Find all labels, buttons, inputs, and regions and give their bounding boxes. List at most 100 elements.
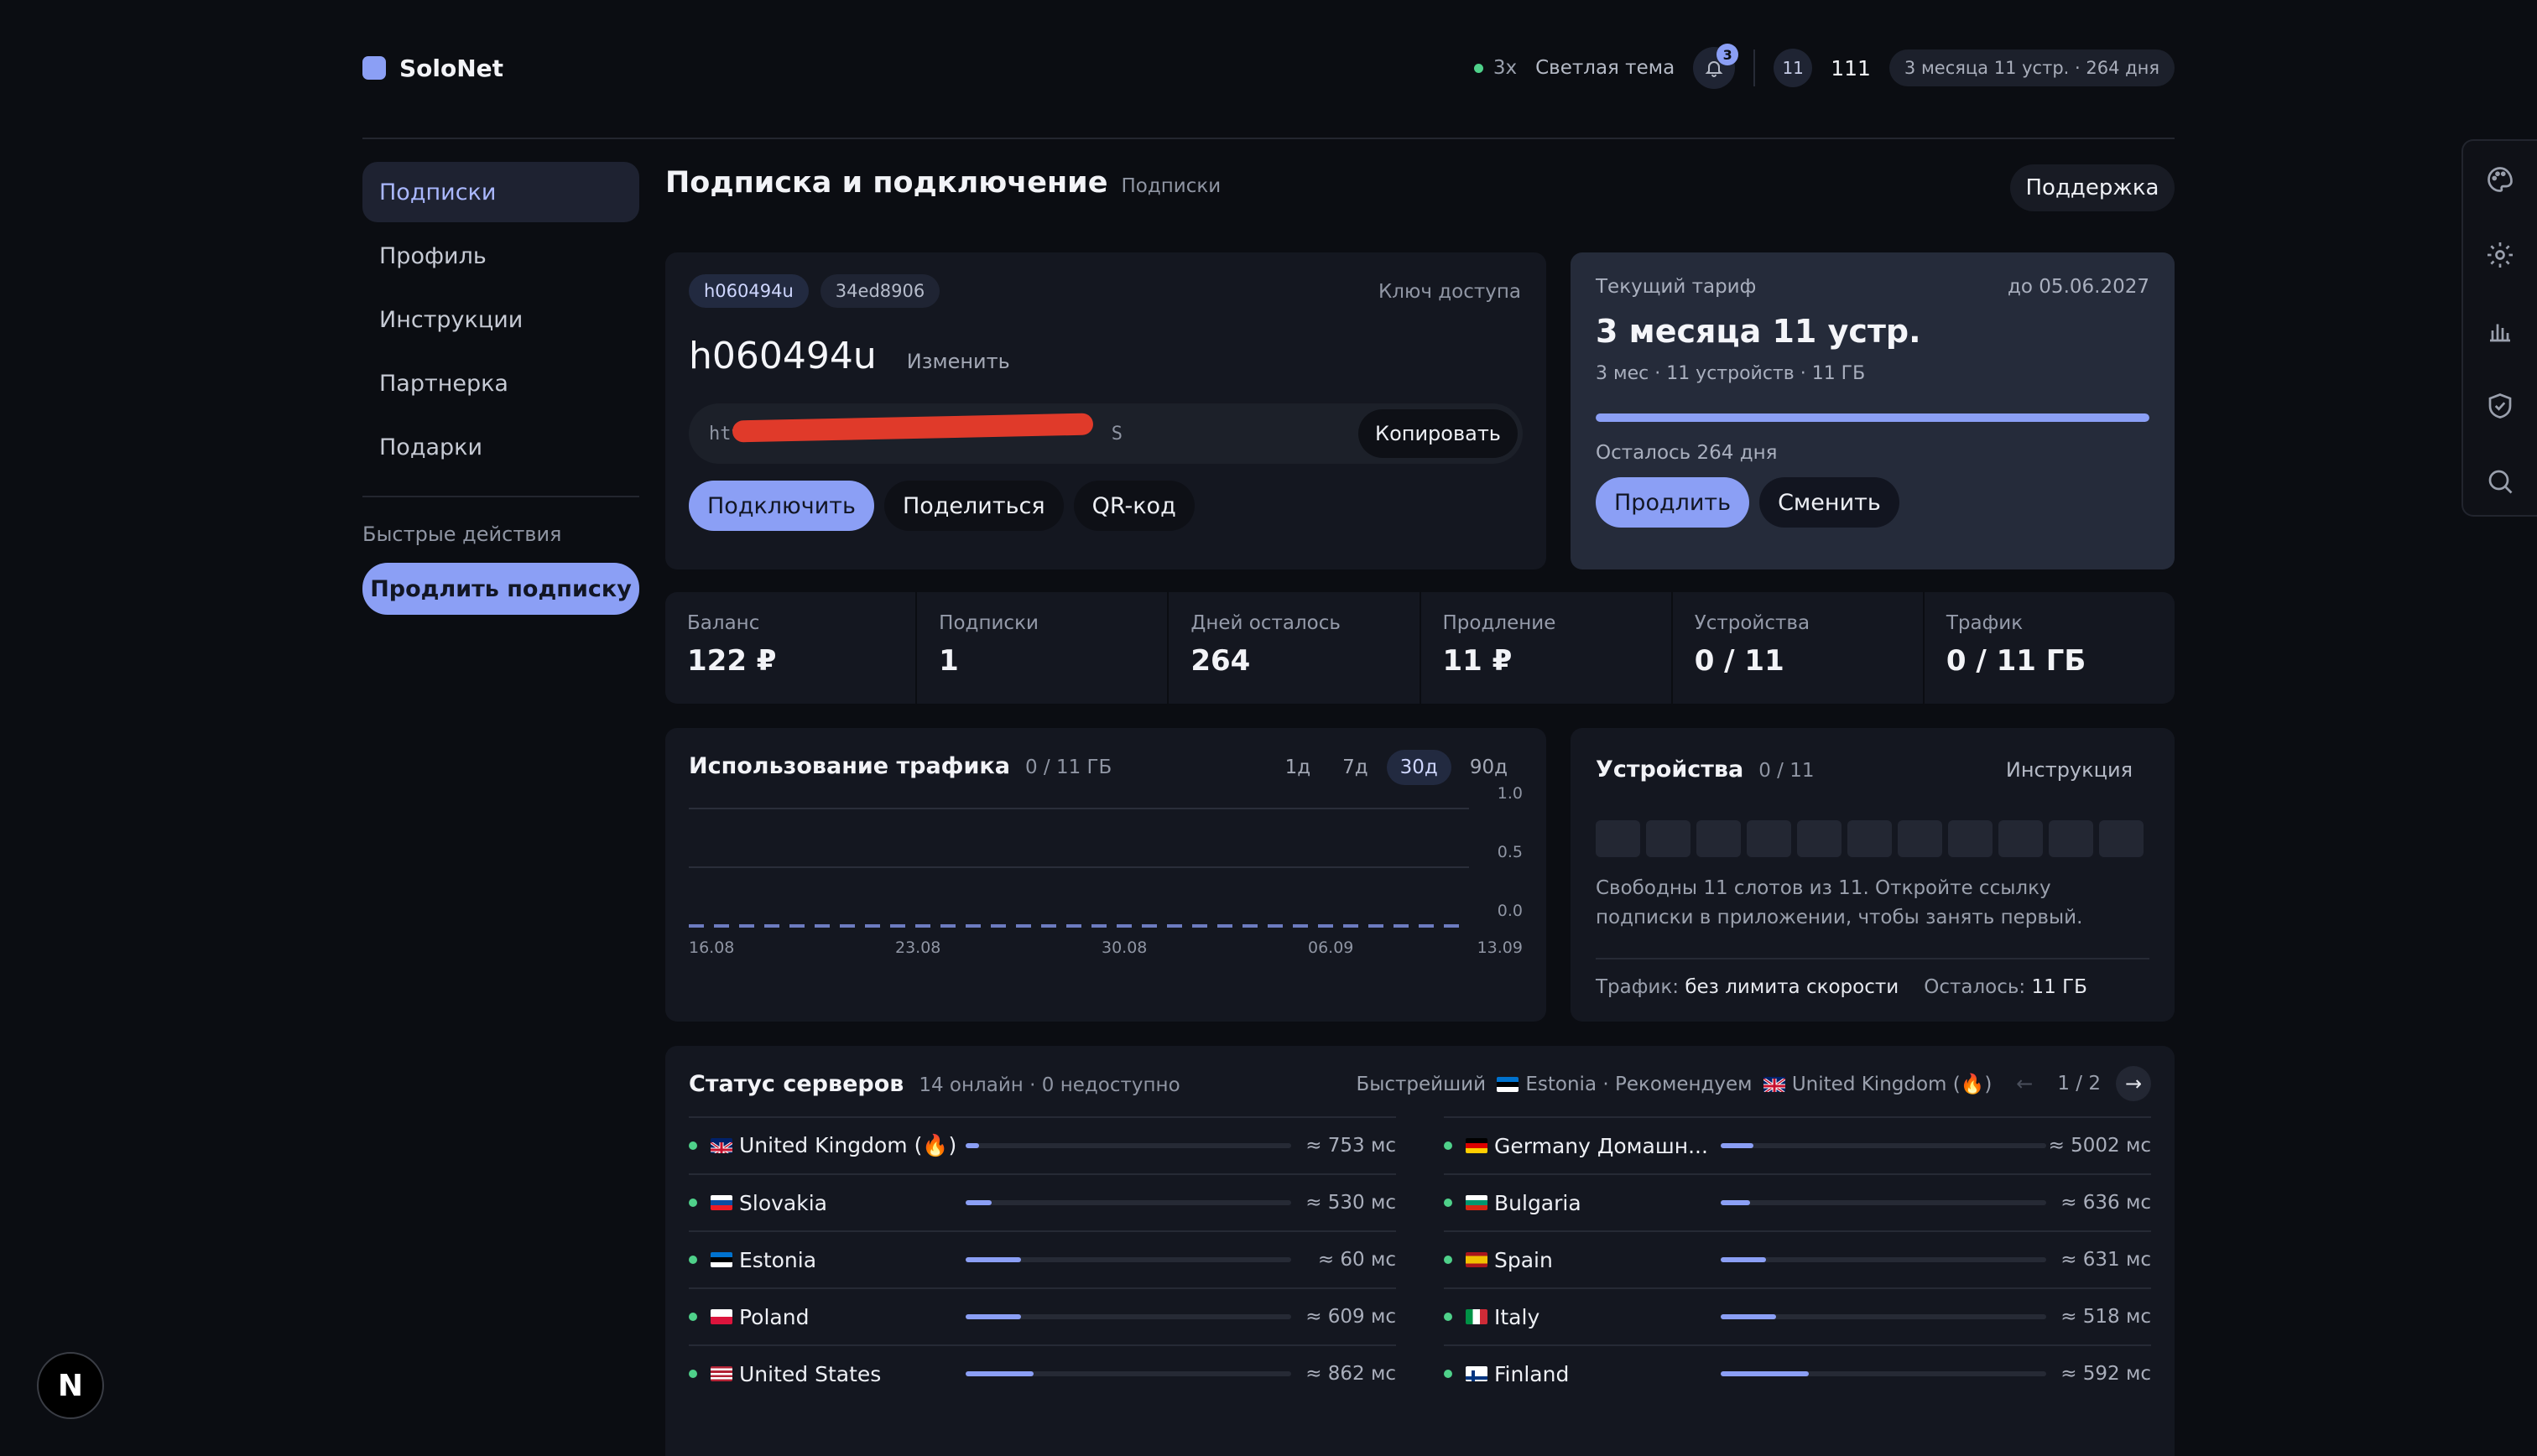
sidebar-item-subscriptions[interactable]: Подписки [362,162,639,222]
range-tab-30d[interactable]: 30д [1386,750,1451,785]
qr-code-button[interactable]: QR-код [1073,481,1195,531]
bar-chart-icon[interactable] [2485,315,2515,346]
avatar[interactable]: 11 [1774,49,1813,87]
server-row[interactable]: Germany Домашн... ≈ 5002 мс [1444,1116,2151,1173]
range-tab-90d[interactable]: 90д [1456,750,1521,785]
sidebar-item-partners[interactable]: Партнерка [362,353,639,413]
copy-link-button[interactable]: Копировать [1358,409,1518,458]
flag-fi-icon [1466,1366,1487,1381]
notifications-button[interactable]: 3 [1693,44,1739,89]
server-row[interactable]: Italy ≈ 518 мс [1444,1287,2151,1344]
server-name: Italy [1494,1304,1540,1329]
support-button[interactable]: Поддержка [2010,164,2175,211]
device-slot [2049,820,2093,857]
access-key-label: Ключ доступа [1378,281,1521,303]
online-dot-icon [689,1256,697,1264]
settings-gear-icon[interactable] [2485,240,2515,270]
x-tick-label: 23.08 [895,939,940,957]
device-slot [1797,820,1842,857]
access-card: h060494u 34ed8906 Ключ доступа h060494u … [665,252,1546,569]
sidebar-divider [362,496,639,497]
page-title: Подписка и подключение Подписки [665,166,1222,200]
access-actions: Подключить Поделиться QR-код [689,481,1195,531]
x-tick-label: 30.08 [1102,939,1147,957]
server-load-fill [1721,1371,1809,1376]
tag-username[interactable]: h060494u [689,274,809,308]
server-row[interactable]: Bulgaria ≈ 636 мс [1444,1173,2151,1230]
plan-chip: 3 месяца 11 устр. · 264 дня [1888,49,2175,86]
server-load-bar [1721,1314,2046,1319]
extend-plan-button[interactable]: Продлить [1596,477,1750,528]
server-row[interactable]: Finland ≈ 592 мс [1444,1344,2151,1401]
header-divider-line [362,138,2175,139]
plan-progress-bar [1596,413,2149,422]
server-row[interactable]: Poland ≈ 609 мс [689,1287,1396,1344]
device-slot [1596,820,1640,857]
traffic-subtitle: 0 / 11 ГБ [1024,757,1112,778]
server-load-bar [1721,1371,2046,1376]
online-dot-icon [689,1370,697,1378]
edit-username-link[interactable]: Изменить [907,350,1010,373]
server-row[interactable]: United States ≈ 862 мс [689,1344,1396,1401]
server-load-bar [966,1371,1291,1376]
devices-count: 0 / 11 [1758,760,1815,782]
online-dot-icon [689,1313,697,1321]
brand[interactable]: SoloNet [362,55,503,82]
server-load-fill [966,1314,1021,1319]
y-tick-label: 1.0 [1498,784,1523,803]
search-icon[interactable] [2485,466,2515,497]
tag-id[interactable]: 34ed8906 [820,274,940,308]
server-name: United States [739,1361,882,1386]
flag-gb-icon [1763,1076,1785,1092]
extend-subscription-button[interactable]: Продлить подписку [362,563,639,615]
stat-traffic: Трафик 0 / 11 ГБ [1946,612,2086,678]
prev-page-button[interactable]: ← [2007,1066,2042,1101]
subscription-link-field[interactable]: htt S Копировать [689,403,1523,464]
current-plan-card: Текущий тариф до 05.06.2027 3 месяца 11 … [1571,252,2175,569]
y-tick-label: 0.0 [1498,902,1523,920]
device-slot [1696,820,1741,857]
sidebar: Подписки Профиль Инструкции Партнерка По… [362,162,639,615]
range-tab-1d[interactable]: 1д [1272,750,1325,785]
server-row[interactable]: United Kingdom (🔥) ≈ 753 мс [689,1116,1396,1173]
server-name: Finland [1494,1361,1570,1386]
x-tick-label: 13.09 [1477,939,1523,957]
theme-toggle[interactable]: Светлая тема [1535,57,1675,79]
shield-check-icon[interactable] [2485,391,2515,421]
redaction-mark [732,413,1094,442]
plan-expiry: до 05.06.2027 [2008,276,2149,298]
next-page-button[interactable]: → [2116,1066,2151,1101]
range-tab-7d[interactable]: 7д [1329,750,1382,785]
devices-card: Устройства 0 / 11 Инструкция Свободны 11… [1571,728,2175,1022]
devices-footer: Трафик: без лимита скорости Осталось: 11… [1596,976,2087,998]
device-slot [1646,820,1690,857]
server-name: Bulgaria [1494,1190,1581,1215]
server-load-fill [1721,1257,1767,1262]
sidebar-item-instructions[interactable]: Инструкции [362,289,639,350]
y-tick-label: 0.5 [1498,843,1523,861]
device-slot [1948,820,1993,857]
palette-icon[interactable] [2485,164,2515,195]
online-dot-icon [1444,1256,1452,1264]
connect-button[interactable]: Подключить [689,481,874,531]
header: SoloNet 3x Светлая тема 3 11 111 3 месяц… [362,40,2175,96]
dev-tools-badge[interactable]: N [37,1352,104,1419]
traffic-limit-value: без лимита скорости [1685,976,1899,998]
server-load-bar [1721,1143,2046,1148]
share-button[interactable]: Поделиться [883,481,1064,531]
sidebar-item-gifts[interactable]: Подарки [362,417,639,477]
device-slot [1747,820,1791,857]
change-plan-button[interactable]: Сменить [1759,477,1899,528]
online-dot-icon [689,1141,697,1150]
sidebar-item-profile[interactable]: Профиль [362,226,639,286]
device-slot [1898,820,1942,857]
server-status-card: Статус серверов 14 онлайн · 0 недоступно… [665,1046,2175,1456]
server-load-fill [966,1257,1021,1262]
devices-instructions-link[interactable]: Инструкция [2006,758,2133,782]
quick-actions-title: Быстрые действия [362,523,562,546]
device-slot [1847,820,1892,857]
server-name: Estonia [739,1247,817,1272]
server-row[interactable]: Spain ≈ 631 мс [1444,1230,2151,1287]
server-row[interactable]: Estonia ≈ 60 мс [689,1230,1396,1287]
server-row[interactable]: Slovakia ≈ 530 мс [689,1173,1396,1230]
